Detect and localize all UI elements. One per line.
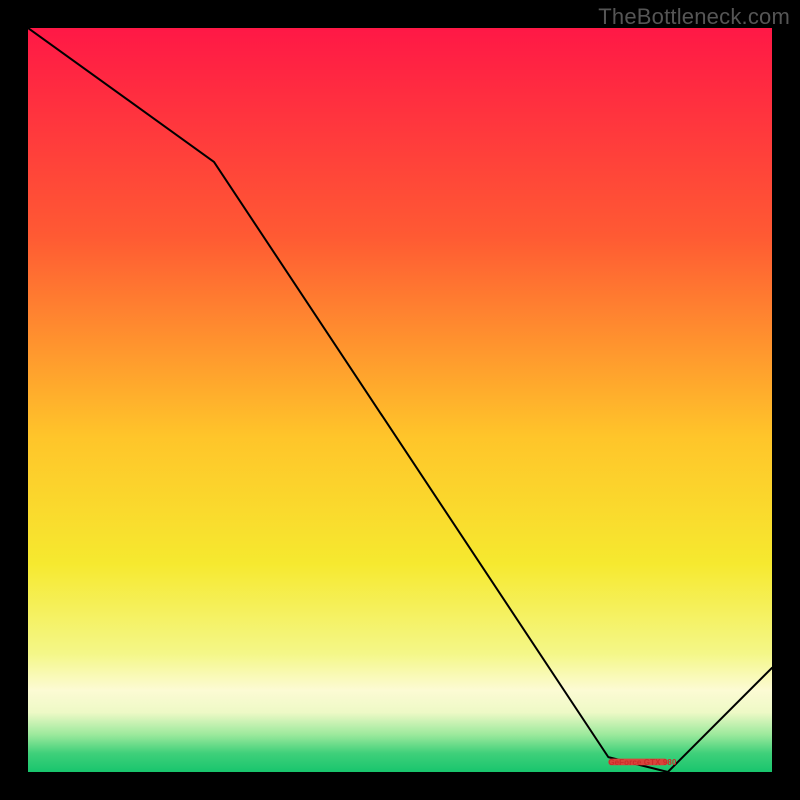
chart-frame: TheBottleneck.com GeForce GTX 980	[0, 0, 800, 800]
marker-label: GeForce GTX 980	[608, 758, 676, 767]
gradient-background	[28, 28, 772, 772]
watermark-text: TheBottleneck.com	[598, 4, 790, 30]
chart-svg	[28, 28, 772, 772]
chart-plot-area: GeForce GTX 980	[28, 28, 772, 772]
